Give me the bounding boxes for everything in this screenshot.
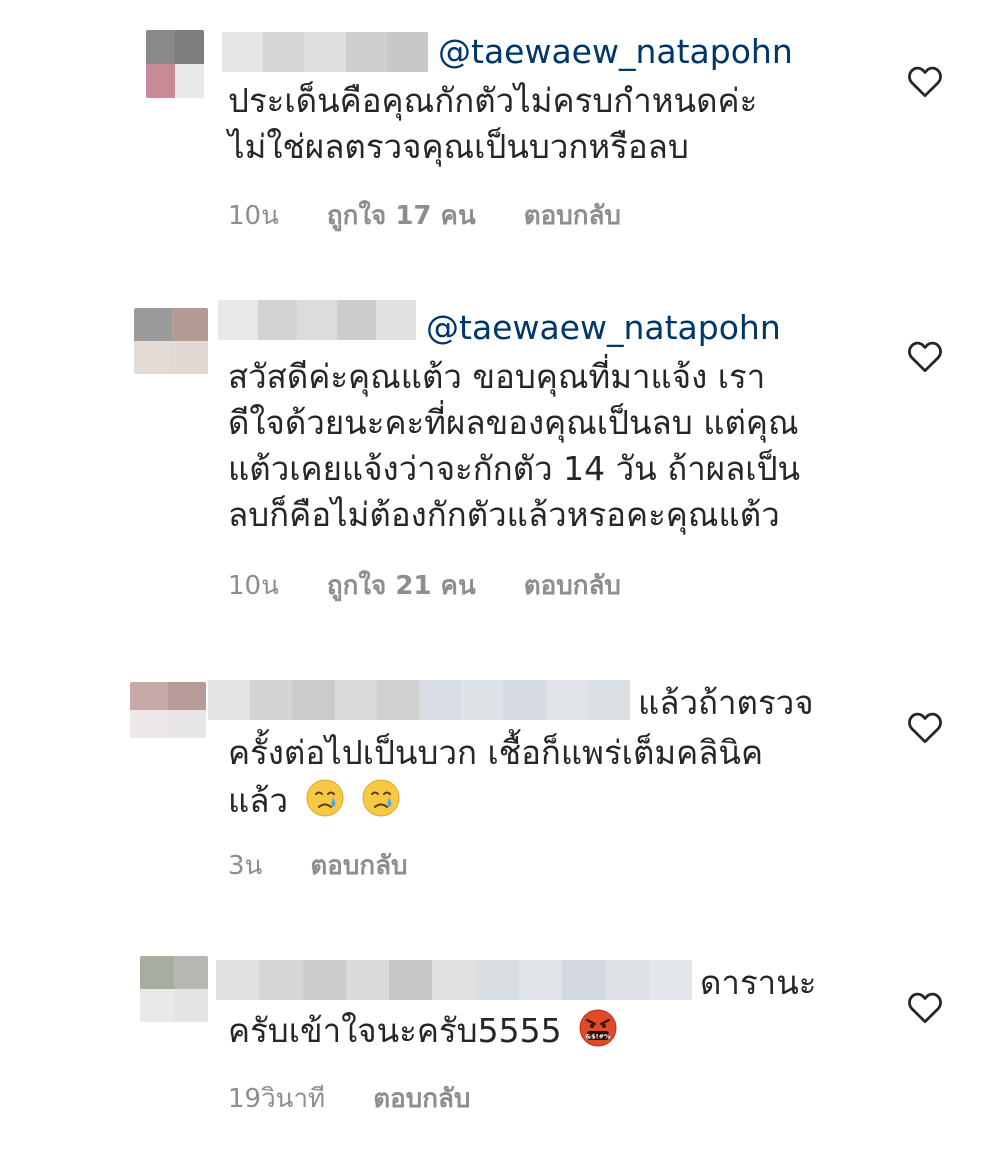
reply-button[interactable]: ตอบกลับ xyxy=(524,195,621,236)
reply-button[interactable]: ตอบกลับ xyxy=(310,845,407,886)
timestamp: 3น xyxy=(228,851,263,881)
timestamp: 19วินาที xyxy=(228,1084,326,1114)
avatar[interactable] xyxy=(140,956,208,1022)
comment-text: @taewaew_natapohn xyxy=(426,305,781,351)
blurred-username[interactable] xyxy=(216,960,692,1000)
blurred-username[interactable] xyxy=(222,32,428,72)
reply-button[interactable]: ตอบกลับ xyxy=(373,1078,470,1119)
timestamp: 10น xyxy=(228,201,279,231)
blurred-username[interactable] xyxy=(218,300,416,340)
comment-text-line: แล้ว xyxy=(228,781,289,820)
comment-text-line: แต้วเคยแจ้งว่าจะกักตัว 14 วัน ถ้าผลเป็น xyxy=(228,449,801,488)
heart-outline-icon[interactable] xyxy=(906,339,944,373)
comments-page: @taewaew_natapohn ประเด็นคือคุณกักตัวไม่… xyxy=(0,0,1000,1160)
comment-meta: 3น ตอบกลับ xyxy=(228,845,408,886)
comment-text-line: ไม่ใช่ผลตรวจคุณเป็นบวกหรือลบ xyxy=(228,127,689,166)
comment-meta: 10น ถูกใจ 17 คน ตอบกลับ xyxy=(228,195,621,236)
crying-face-emoji xyxy=(362,779,400,817)
blurred-username[interactable] xyxy=(208,680,630,720)
cursing-face-emoji: &$!#% xyxy=(579,1009,617,1047)
crying-face-emoji xyxy=(306,779,344,817)
comment-text-line: แล้วถ้าตรวจ xyxy=(638,683,814,722)
comment-meta: 19วินาที ตอบกลับ xyxy=(228,1078,470,1119)
comment-text-line: ครั้งต่อไปเป็นบวก เชื้อก็แพร่เต็มคลินิค xyxy=(228,733,764,772)
timestamp: 10น xyxy=(228,571,279,601)
heart-outline-icon[interactable] xyxy=(906,64,944,98)
comment-text-line: ครับเข้าใจนะครับ5555 xyxy=(228,1011,562,1050)
heart-outline-icon[interactable] xyxy=(906,990,944,1024)
reply-button[interactable]: ตอบกลับ xyxy=(524,565,621,606)
comment-text-line: ลบก็คือไม่ต้องกักตัวแล้วหรอคะคุณแต้ว xyxy=(228,495,780,534)
comment-meta: 10น ถูกใจ 21 คน ตอบกลับ xyxy=(228,565,621,606)
comment-text: แล้ว xyxy=(228,778,401,824)
avatar[interactable] xyxy=(130,682,206,738)
mention-link[interactable]: @taewaew_natapohn xyxy=(438,32,793,71)
likes-count[interactable]: ถูกใจ 21 คน xyxy=(327,565,476,606)
avatar[interactable] xyxy=(146,30,204,98)
comment-text-line: ประเด็นคือคุณกักตัวไม่ครบกำหนดค่ะ xyxy=(228,81,758,120)
comment-text-line: สวัสดีค่ะคุณแต้ว ขอบคุณที่มาแจ้ง เรา xyxy=(228,357,766,396)
comment-text: @taewaew_natapohn xyxy=(438,29,793,75)
heart-outline-icon[interactable] xyxy=(906,710,944,744)
comment-text-line: ดารานะ xyxy=(700,963,817,1002)
likes-count[interactable]: ถูกใจ 17 คน xyxy=(327,195,476,236)
mention-link[interactable]: @taewaew_natapohn xyxy=(426,308,781,347)
comment-text: ครับเข้าใจนะครับ5555 &$!#% xyxy=(228,1008,618,1054)
avatar[interactable] xyxy=(134,308,208,374)
svg-text:&$!#%: &$!#% xyxy=(586,1033,612,1041)
comment-text-line: ดีใจด้วยนะคะที่ผลของคุณเป็นลบ แต่คุณ xyxy=(228,403,799,442)
